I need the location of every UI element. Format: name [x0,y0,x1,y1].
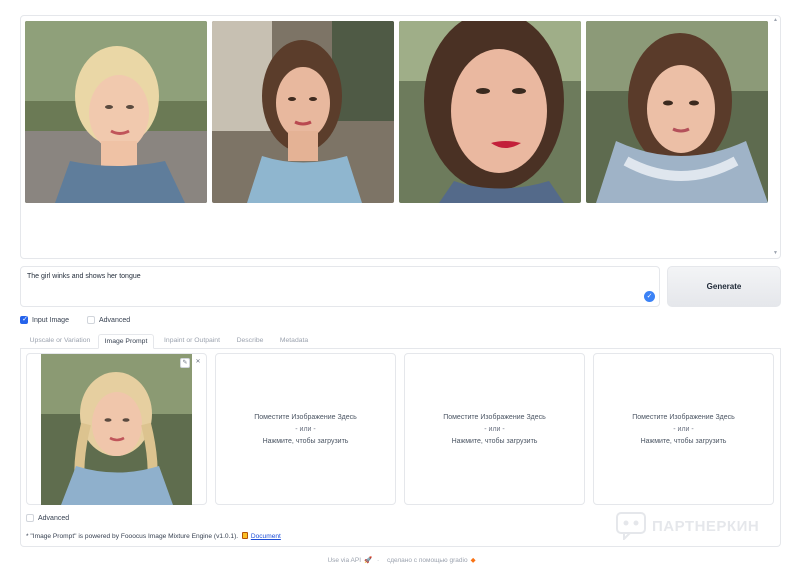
gallery-image-2[interactable] [212,21,394,203]
document-icon [241,532,248,539]
document-link[interactable]: Document [251,533,281,540]
powered-text: * "Image Prompt" is powered by Fooocus I… [26,533,239,540]
image-prompt-slot-2[interactable]: Поместите Изображение Здесь - или - Нажм… [215,353,396,505]
dropzone-text: Поместите Изображение Здесь [254,414,357,421]
gradio-logo-icon: ◆ [470,557,476,564]
generate-button[interactable]: Generate [667,266,781,307]
image-prompt-slot-1[interactable]: ✎ ✕ [26,353,207,505]
image-prompt-slot-4[interactable]: Поместите Изображение Здесь - или - Нажм… [593,353,774,505]
tab-metadata[interactable]: Metadata [274,334,314,349]
tab-upscale-or-variation[interactable]: Upscale or Variation [24,334,96,349]
dropzone-text: Поместите Изображение Здесь [443,414,546,421]
advanced-label: Advanced [99,316,131,324]
dropzone-click-text: Нажмите, чтобы загрузить [451,438,538,445]
footer-separator: · [376,557,380,564]
edit-icon[interactable]: ✎ [180,358,190,368]
rocket-icon: 🚀 [364,557,373,564]
dropzone-or: - или - [484,426,505,433]
panel-advanced-label: Advanced [38,514,70,522]
watermark-text: ПАРТНЕРКИН [652,517,760,535]
uploaded-image [41,354,192,505]
dropzone-or: - или - [295,426,316,433]
input-image-option[interactable]: Input Image [20,315,69,325]
gallery-image-4[interactable] [586,21,768,203]
dropzone-click-text: Нажмите, чтобы загрузить [640,438,727,445]
scroll-down-icon[interactable]: ▼ [773,251,778,256]
scroll-up-icon[interactable]: ▲ [773,18,778,23]
input-image-checkbox[interactable] [20,315,29,324]
built-with-gradio-link[interactable]: сделано с помощью gradio [387,557,468,564]
close-icon[interactable]: ✕ [193,358,203,368]
prompt-box: The girl winks and shows her tongue ✓ [20,266,660,307]
advanced-checkbox[interactable] [87,316,95,324]
advanced-option[interactable]: Advanced [87,315,130,325]
tab-bar: Upscale or Variation Image Prompt Inpain… [20,334,781,349]
use-via-api-link[interactable]: Use via API [327,557,361,564]
output-gallery: ▲ ▼ [20,15,781,259]
footer: Use via API 🚀 · сделано с помощью gradio ◆ [0,556,800,564]
image-prompt-slot-3[interactable]: Поместите Изображение Здесь - или - Нажм… [404,353,585,505]
watermark-logo-icon [616,512,646,540]
dropzone-click-text: Нажмите, чтобы загрузить [262,438,349,445]
tab-describe[interactable]: Describe [230,334,270,349]
panel-advanced-checkbox[interactable] [26,514,34,522]
powered-by-note: * "Image Prompt" is powered by Fooocus I… [26,532,281,540]
dropzone-text: Поместите Изображение Здесь [632,414,735,421]
panel-advanced-option[interactable]: Advanced [26,514,69,522]
tab-image-prompt[interactable]: Image Prompt [98,334,154,349]
gallery-scrollbar[interactable]: ▲ ▼ [773,18,778,256]
dropzone-or: - или - [673,426,694,433]
watermark: ПАРТНЕРКИН [616,512,759,540]
gallery-image-3[interactable] [399,21,581,203]
input-image-label: Input Image [32,316,69,324]
prompt-input[interactable]: The girl winks and shows her tongue [21,267,659,306]
tab-inpaint-or-outpaint[interactable]: Inpaint or Outpaint [158,334,226,349]
check-icon: ✓ [644,291,655,302]
gallery-image-1[interactable] [25,21,207,203]
